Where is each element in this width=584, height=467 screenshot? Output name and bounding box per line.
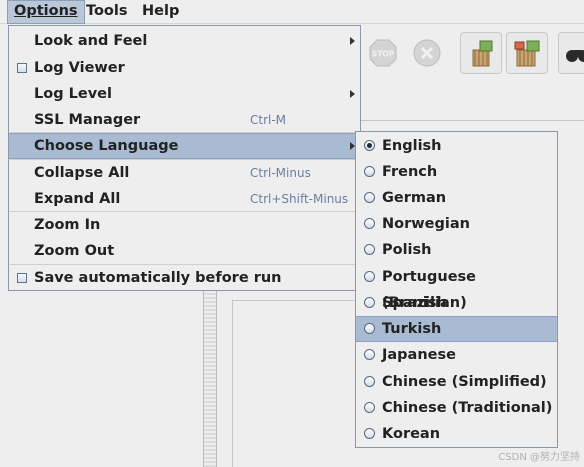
radio-icon [364,192,375,203]
menu-item-collapse-all[interactable]: Collapse All Ctrl-Minus [9,160,360,186]
radio-icon [364,166,375,177]
language-item-japanese[interactable]: Japanese [356,342,557,368]
radio-icon [364,271,375,282]
stop-button[interactable]: STOP [362,32,404,74]
clear-all-button[interactable] [506,32,548,74]
radio-icon [364,349,375,360]
svg-text:STOP: STOP [372,50,395,59]
radio-icon [364,218,375,229]
menu-item-save-automatically[interactable]: Save automatically before run [9,265,360,291]
menu-item-expand-all[interactable]: Expand All Ctrl+Shift-Minus [9,186,360,212]
radio-icon [364,297,375,308]
shutdown-button[interactable] [406,32,448,74]
language-item-chinese-simplified[interactable]: Chinese (Simplified) [356,369,557,395]
submenu-arrow-icon [350,90,355,98]
radio-icon [364,376,375,387]
menu-item-zoom-out[interactable]: Zoom Out [9,238,360,264]
radio-icon [364,402,375,413]
menu-help[interactable]: Help [136,0,185,24]
menu-options[interactable]: Options [7,0,85,24]
panel-border [232,300,233,467]
clear-all-icon [514,40,540,67]
language-item-spanish[interactable]: Spanish [356,290,557,316]
toolbar: STOP [360,24,584,82]
shutdown-icon [413,39,441,67]
language-item-french[interactable]: French [356,159,557,185]
menu-item-ssl-manager[interactable]: SSL Manager Ctrl-M [9,107,360,133]
menu-item-log-viewer[interactable]: Log Viewer [9,55,360,81]
language-item-turkish[interactable]: Turkish [356,316,557,342]
stop-icon: STOP [369,39,397,67]
language-item-german[interactable]: German [356,185,557,211]
language-item-korean[interactable]: Korean [356,421,557,447]
menu-item-zoom-in[interactable]: Zoom In [9,212,360,238]
submenu-arrow-icon [350,37,355,45]
language-submenu: English French German Norwegian Polish P… [355,131,558,448]
menu-bar: Options Tools Help [0,0,584,24]
panel-border [232,300,362,301]
menu-item-log-level[interactable]: Log Level [9,81,360,107]
checkbox-icon [17,273,27,283]
radio-selected-icon [364,140,375,151]
checkbox-icon [17,63,27,73]
watermark: CSDN @努力坚持 [498,452,580,463]
language-item-portuguese-brazilian[interactable]: Portuguese (Brazilian) [356,264,557,311]
clear-button[interactable] [460,32,502,74]
search-binoculars-icon [566,50,584,62]
search-button[interactable] [558,32,584,74]
menu-item-look-and-feel[interactable]: Look and Feel [9,28,360,54]
radio-icon [364,428,375,439]
language-item-english[interactable]: English [356,133,557,159]
clear-icon [472,40,493,67]
language-item-norwegian[interactable]: Norwegian [356,211,557,237]
menu-tools[interactable]: Tools [80,0,134,24]
language-item-polish[interactable]: Polish [356,237,557,263]
options-menu: Look and Feel Log Viewer Log Level SSL M… [8,25,361,291]
radio-icon [364,323,375,334]
menu-item-choose-language[interactable]: Choose Language [9,133,360,159]
radio-icon [364,244,375,255]
language-item-chinese-traditional[interactable]: Chinese (Traditional) [356,395,557,421]
